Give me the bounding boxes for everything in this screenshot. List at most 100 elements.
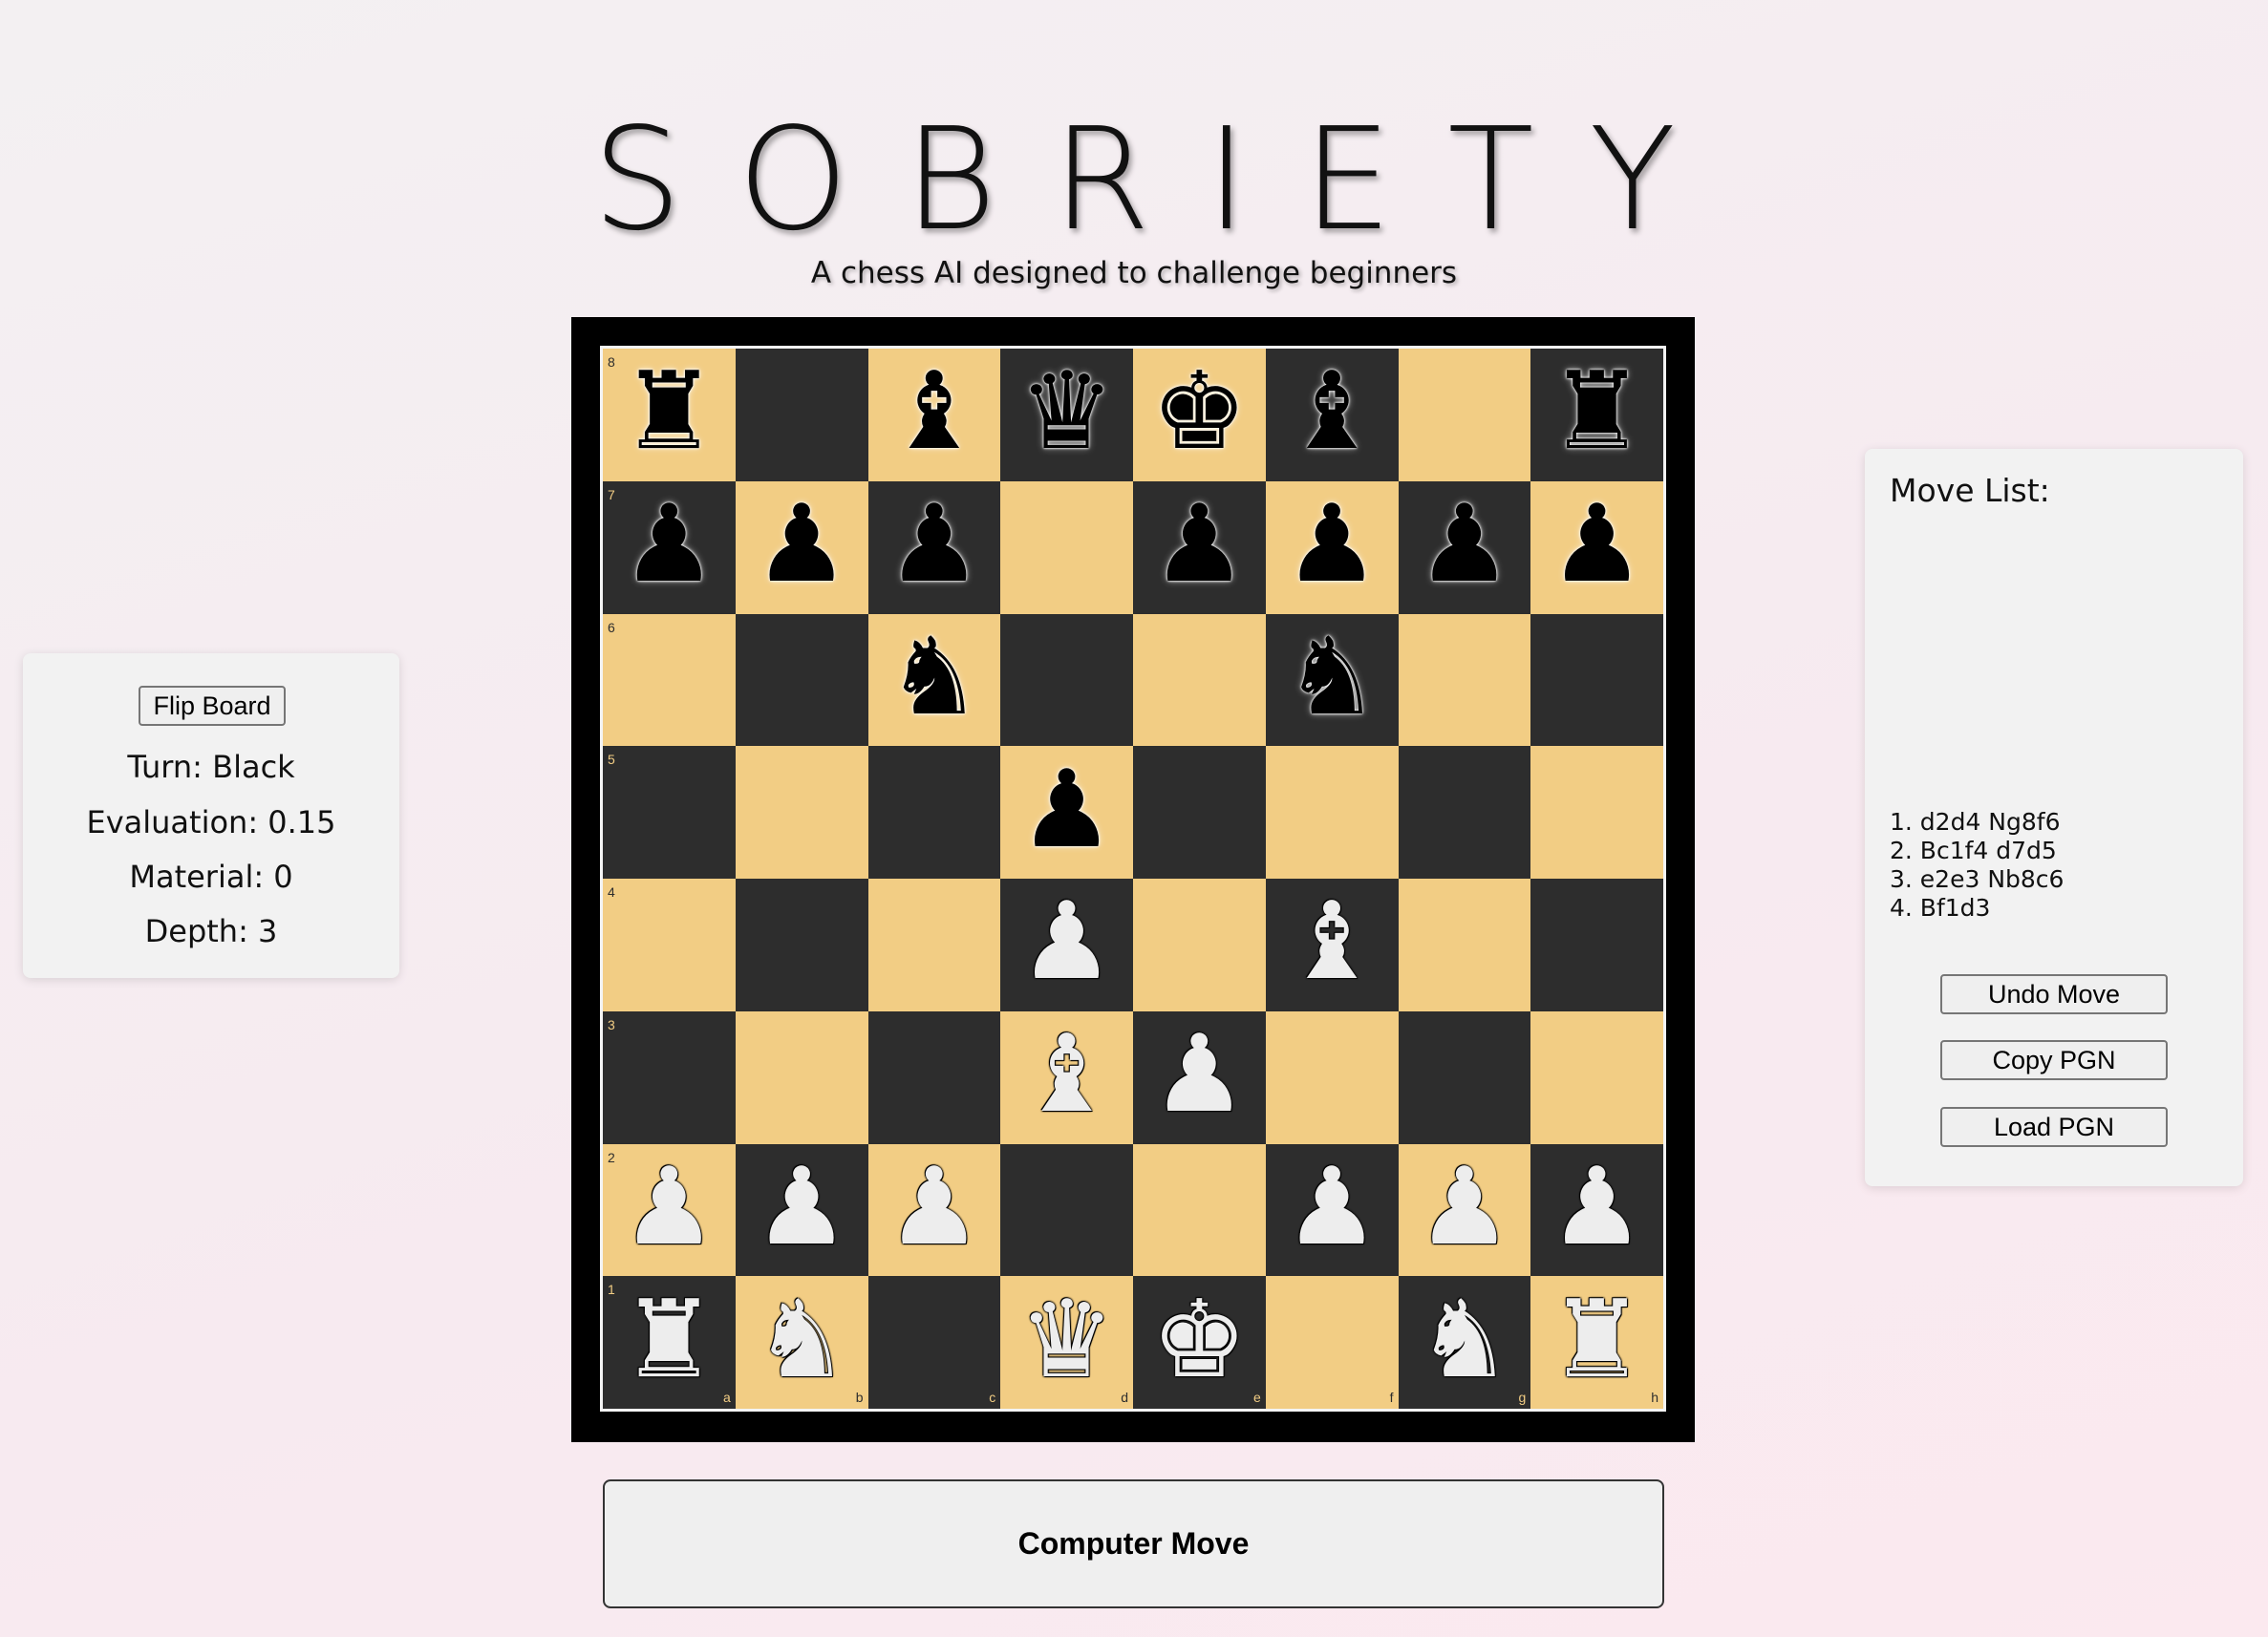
square-e5[interactable] (1133, 746, 1266, 879)
square-b4[interactable] (735, 879, 868, 1011)
square-a5[interactable]: 5 (603, 746, 736, 879)
black-pawn-icon[interactable]: ♟ (887, 491, 982, 598)
square-f8[interactable]: ♝ (1265, 349, 1399, 481)
square-d8[interactable]: ♛ (1000, 349, 1133, 481)
white-rook-icon[interactable]: ♜ (621, 1286, 717, 1393)
square-a6[interactable]: 6 (603, 613, 736, 747)
square-d4[interactable]: ♟ (1000, 879, 1133, 1011)
white-pawn-icon[interactable]: ♟ (754, 1154, 849, 1261)
square-e3[interactable]: ♟ (1133, 1010, 1266, 1144)
square-e8[interactable]: ♚ (1133, 349, 1266, 481)
black-pawn-icon[interactable]: ♟ (621, 491, 717, 598)
square-h3[interactable] (1530, 1010, 1663, 1144)
square-c7[interactable]: ♟ (867, 480, 1001, 614)
square-g4[interactable] (1398, 879, 1531, 1011)
white-queen-icon[interactable]: ♛ (1018, 1286, 1114, 1393)
square-e2[interactable] (1133, 1143, 1266, 1277)
white-pawn-icon[interactable]: ♟ (1284, 1154, 1380, 1261)
black-pawn-icon[interactable]: ♟ (754, 491, 849, 598)
square-g1[interactable]: g ♞ (1398, 1276, 1531, 1409)
square-a2[interactable]: 2 ♟ (603, 1143, 736, 1277)
square-b6[interactable] (735, 613, 868, 747)
copy-pgn-button[interactable]: Copy PGN (1940, 1040, 2168, 1080)
square-g6[interactable] (1398, 613, 1531, 747)
square-d6[interactable] (1000, 613, 1133, 747)
square-a7[interactable]: 7 ♟ (603, 480, 736, 614)
square-d1[interactable]: d ♛ (1000, 1276, 1133, 1409)
square-h8[interactable]: ♜ (1530, 349, 1663, 481)
square-e1[interactable]: e ♚ (1133, 1276, 1266, 1409)
square-f3[interactable] (1265, 1010, 1399, 1144)
white-bishop-icon[interactable]: ♝ (1018, 1021, 1114, 1128)
square-c5[interactable] (867, 746, 1001, 879)
square-h5[interactable] (1530, 746, 1663, 879)
load-pgn-button[interactable]: Load PGN (1940, 1107, 2168, 1147)
black-pawn-icon[interactable]: ♟ (1549, 491, 1644, 598)
square-d5[interactable]: ♟ (1000, 746, 1133, 879)
square-b7[interactable]: ♟ (735, 480, 868, 614)
white-knight-icon[interactable]: ♞ (1417, 1286, 1512, 1393)
square-b2[interactable]: ♟ (735, 1143, 868, 1277)
square-b5[interactable] (735, 746, 868, 879)
black-bishop-icon[interactable]: ♝ (887, 358, 982, 465)
square-g3[interactable] (1398, 1010, 1531, 1144)
square-f7[interactable]: ♟ (1265, 480, 1399, 614)
square-a4[interactable]: 4 (603, 879, 736, 1011)
square-c4[interactable] (867, 879, 1001, 1011)
white-bishop-icon[interactable]: ♝ (1284, 888, 1380, 995)
square-h7[interactable]: ♟ (1530, 480, 1663, 614)
square-e7[interactable]: ♟ (1133, 480, 1266, 614)
undo-move-button[interactable]: Undo Move (1940, 974, 2168, 1014)
square-f1[interactable]: f (1265, 1276, 1399, 1409)
square-f2[interactable]: ♟ (1265, 1143, 1399, 1277)
square-a3[interactable]: 3 (603, 1010, 736, 1144)
flip-board-button[interactable]: Flip Board (139, 686, 286, 726)
square-h6[interactable] (1530, 613, 1663, 747)
square-d3[interactable]: ♝ (1000, 1010, 1133, 1144)
black-pawn-icon[interactable]: ♟ (1284, 491, 1380, 598)
black-rook-icon[interactable]: ♜ (621, 358, 717, 465)
square-h2[interactable]: ♟ (1530, 1143, 1663, 1277)
square-c3[interactable] (867, 1010, 1001, 1144)
square-c1[interactable]: c (867, 1276, 1001, 1409)
white-pawn-icon[interactable]: ♟ (887, 1154, 982, 1261)
black-pawn-icon[interactable]: ♟ (1151, 491, 1247, 598)
square-f6[interactable]: ♞ (1265, 613, 1399, 747)
square-a1[interactable]: 1 a ♜ (603, 1276, 736, 1409)
black-knight-icon[interactable]: ♞ (887, 624, 982, 731)
white-pawn-icon[interactable]: ♟ (621, 1154, 717, 1261)
square-c8[interactable]: ♝ (867, 349, 1001, 481)
black-pawn-icon[interactable]: ♟ (1018, 756, 1114, 863)
square-c6[interactable]: ♞ (867, 613, 1001, 747)
square-g2[interactable]: ♟ (1398, 1143, 1531, 1277)
white-pawn-icon[interactable]: ♟ (1417, 1154, 1512, 1261)
square-f4[interactable]: ♝ (1265, 879, 1399, 1011)
white-pawn-icon[interactable]: ♟ (1549, 1154, 1644, 1261)
white-pawn-icon[interactable]: ♟ (1018, 888, 1114, 995)
square-a8[interactable]: 8 ♜ (603, 349, 736, 481)
black-knight-icon[interactable]: ♞ (1284, 624, 1380, 731)
square-e4[interactable] (1133, 879, 1266, 1011)
square-d7[interactable] (1000, 480, 1133, 614)
square-f5[interactable] (1265, 746, 1399, 879)
black-pawn-icon[interactable]: ♟ (1417, 491, 1512, 598)
computer-move-button[interactable]: Computer Move (603, 1479, 1664, 1608)
square-h4[interactable] (1530, 879, 1663, 1011)
square-g8[interactable] (1398, 349, 1531, 481)
square-d2[interactable] (1000, 1143, 1133, 1277)
square-b3[interactable] (735, 1010, 868, 1144)
chess-board[interactable]: 8 ♜ ♝ ♛ ♚ ♝ ♜ 7 ♟ ♟ ♟ ♟ ♟ ♟ ♟ 6 ♞ ♞ 5 ♟ 4 ♟ ♝ 3 ♝ ♟ 2 ♟ ♟ ♟ ♟ ♟ ♟ 1 a ♜ b ♞ c d… (600, 346, 1666, 1412)
square-e6[interactable] (1133, 613, 1266, 747)
square-g7[interactable]: ♟ (1398, 480, 1531, 614)
black-rook-icon[interactable]: ♜ (1549, 358, 1644, 465)
square-g5[interactable] (1398, 746, 1531, 879)
white-pawn-icon[interactable]: ♟ (1151, 1021, 1247, 1128)
square-h1[interactable]: h ♜ (1530, 1276, 1663, 1409)
white-king-icon[interactable]: ♚ (1151, 1286, 1247, 1393)
square-b1[interactable]: b ♞ (735, 1276, 868, 1409)
black-king-icon[interactable]: ♚ (1151, 358, 1247, 465)
black-bishop-icon[interactable]: ♝ (1284, 358, 1380, 465)
square-c2[interactable]: ♟ (867, 1143, 1001, 1277)
white-rook-icon[interactable]: ♜ (1549, 1286, 1644, 1393)
square-b8[interactable] (735, 349, 868, 481)
